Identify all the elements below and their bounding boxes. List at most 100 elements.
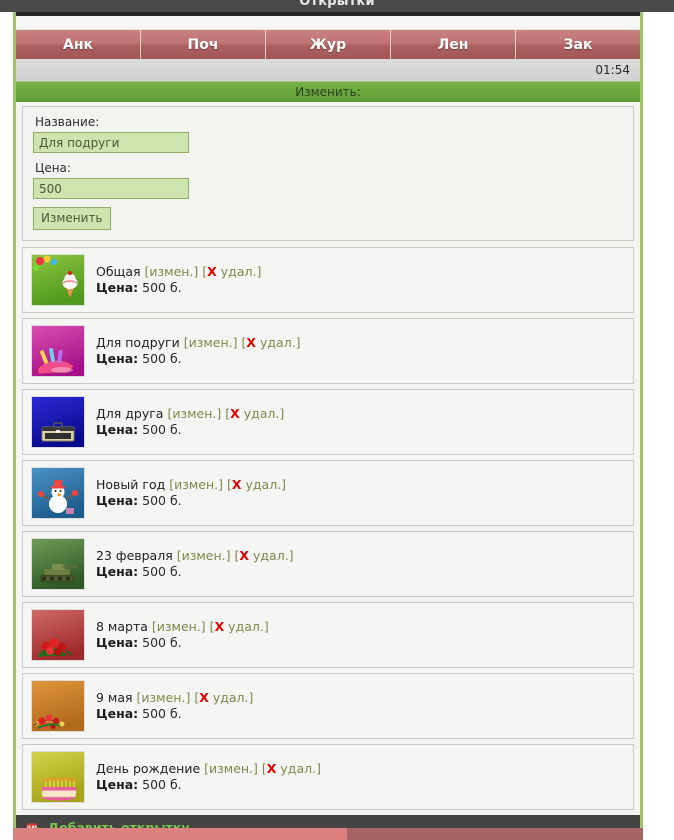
postcard-title-line: 8 марта [измен.] [X удал.] [96, 619, 269, 635]
postcard-title: Общая [96, 264, 141, 279]
price-value: 500 б. [142, 351, 182, 366]
icecream-thumb [31, 254, 85, 306]
postcard-title: День рождение [96, 761, 201, 776]
bottom-progress-fill [13, 828, 347, 840]
postcard-price-line: Цена: 500 б. [96, 280, 261, 296]
nav-tabs: Анк Поч Жур Лен Зак [16, 30, 640, 59]
cosmetics-thumb [31, 325, 85, 377]
tab-label: Жур [309, 36, 347, 53]
postcard-row: Новый год [измен.] [X удал.] Цена: 500 б. [22, 460, 634, 526]
postcard-row: День рождение [измен.] [X удал.] Цена: 50… [22, 744, 634, 810]
postcard-row: 9 мая [измен.] [X удал.] Цена: 500 б. [22, 673, 634, 739]
postcard-info: Для друга [измен.] [X удал.] Цена: 500 б. [85, 396, 284, 438]
postcard-title-line: Для друга [измен.] [X удал.] [96, 406, 284, 422]
delete-label: удал.] [239, 406, 285, 421]
edit-postcard-link[interactable]: [измен.] [177, 548, 231, 563]
name-field-label: Название: [35, 115, 100, 129]
edit-postcard-link[interactable]: [измен.] [137, 690, 191, 705]
postcard-info: 9 мая [измен.] [X удал.] Цена: 500 б. [85, 680, 253, 722]
postcard-title-line: 9 мая [измен.] [X удал.] [96, 690, 253, 706]
edit-postcard-link[interactable]: [измен.] [167, 406, 221, 421]
content-frame: Анк Поч Жур Лен Зак 01:54 Изменить: Название… [13, 12, 643, 840]
edit-postcard-link[interactable]: [измен.] [184, 335, 238, 350]
section-heading-label: Изменить: [295, 85, 361, 99]
price-label: Цена: [96, 706, 139, 721]
tab-poch[interactable]: Поч [141, 30, 266, 59]
delete-postcard-link[interactable]: [X удал.] [262, 761, 321, 776]
postcard-price-line: Цена: 500 б. [96, 493, 286, 509]
postcard-title-line: Общая [измен.] [X удал.] [96, 264, 261, 280]
price-label: Цена: [96, 635, 139, 650]
edit-postcard-link[interactable]: [измен.] [169, 477, 223, 492]
tank-thumb [31, 538, 85, 590]
price-input[interactable] [33, 178, 189, 199]
postcard-info: 23 февраля [измен.] [X удал.] Цена: 500 б… [85, 538, 294, 580]
delete-postcard-link[interactable]: [X удал.] [210, 619, 269, 634]
postcard-info: Новый год [измен.] [X удал.] Цена: 500 б. [85, 467, 286, 509]
postcard-title: Для друга [96, 406, 164, 421]
postcard-price-line: Цена: 500 б. [96, 422, 284, 438]
postcard-title: 23 февраля [96, 548, 173, 563]
delete-x-icon: X [230, 406, 240, 421]
window-title: Открытки [299, 0, 375, 9]
delete-label: удал.] [216, 264, 262, 279]
price-label: Цена: [96, 422, 139, 437]
postcard-title: Новый год [96, 477, 166, 492]
postcard-title-line: Новый год [измен.] [X удал.] [96, 477, 286, 493]
submit-edit-button[interactable]: Изменить [33, 207, 111, 230]
price-label: Цена: [96, 564, 139, 579]
tab-len[interactable]: Лен [391, 30, 516, 59]
delete-postcard-link[interactable]: [X удал.] [242, 335, 301, 350]
postcard-title: 8 марта [96, 619, 148, 634]
delete-postcard-link[interactable]: [X удал.] [225, 406, 284, 421]
delete-postcard-link[interactable]: [X удал.] [227, 477, 286, 492]
price-label: Цена: [96, 493, 139, 508]
postcard-price-line: Цена: 500 б. [96, 706, 253, 722]
price-value: 500 б. [142, 635, 182, 650]
delete-postcard-link[interactable]: [X удал.] [194, 690, 253, 705]
name-input[interactable] [33, 132, 189, 153]
postcard-row: Для подруги [измен.] [X удал.] Цена: 500 … [22, 318, 634, 384]
edit-postcard-link[interactable]: [измен.] [145, 264, 199, 279]
roses-thumb [31, 609, 85, 661]
delete-label: удал.] [256, 335, 301, 350]
postcard-info: Общая [измен.] [X удал.] Цена: 500 б. [85, 254, 261, 296]
tab-zhur[interactable]: Жур [266, 30, 391, 59]
price-label: Цена: [96, 777, 139, 792]
postcard-title-line: 23 февраля [измен.] [X удал.] [96, 548, 294, 564]
snowman-thumb [31, 467, 85, 519]
postcard-list: Общая [измен.] [X удал.] Цена: 500 б. Для … [16, 247, 640, 810]
edit-postcard-link[interactable]: [измен.] [204, 761, 258, 776]
window-titlebar: Открытки [0, 0, 674, 12]
delete-label: удал.] [249, 548, 294, 563]
delete-label: удал.] [276, 761, 321, 776]
postcard-price-line: Цена: 500 б. [96, 635, 269, 651]
delete-label: удал.] [224, 619, 269, 634]
postcard-info: Для подруги [измен.] [X удал.] Цена: 500 … [85, 325, 301, 367]
price-value: 500 б. [142, 706, 182, 721]
price-value: 500 б. [142, 280, 182, 295]
price-value: 500 б. [142, 422, 182, 437]
status-bar: 01:54 [16, 59, 640, 82]
edit-form: Название: Цена: Изменить [22, 106, 634, 241]
delete-postcard-link[interactable]: [X удал.] [202, 264, 261, 279]
cake-thumb [31, 751, 85, 803]
tab-ank[interactable]: Анк [16, 30, 141, 59]
postcard-title: Для подруги [96, 335, 180, 350]
price-value: 500 б. [142, 777, 182, 792]
postcard-price-line: Цена: 500 б. [96, 351, 301, 367]
postcard-title: 9 мая [96, 690, 133, 705]
price-label: Цена: [96, 351, 139, 366]
postcard-row: 23 февраля [измен.] [X удал.] Цена: 500 б… [22, 531, 634, 597]
delete-x-icon: X [207, 264, 217, 279]
postcard-title-line: Для подруги [измен.] [X удал.] [96, 335, 301, 351]
price-label: Цена: [96, 280, 139, 295]
price-value: 500 б. [142, 493, 182, 508]
delete-x-icon: X [246, 335, 257, 350]
clock-time: 01:54 [595, 63, 630, 77]
app-root: Открытки Анк Поч Жур Лен Зак 01:54 Изменить:… [0, 0, 674, 840]
tab-zak[interactable]: Зак [516, 30, 640, 59]
delete-postcard-link[interactable]: [X удал.] [235, 548, 294, 563]
edit-postcard-link[interactable]: [измен.] [152, 619, 206, 634]
tab-label: Анк [62, 36, 93, 53]
